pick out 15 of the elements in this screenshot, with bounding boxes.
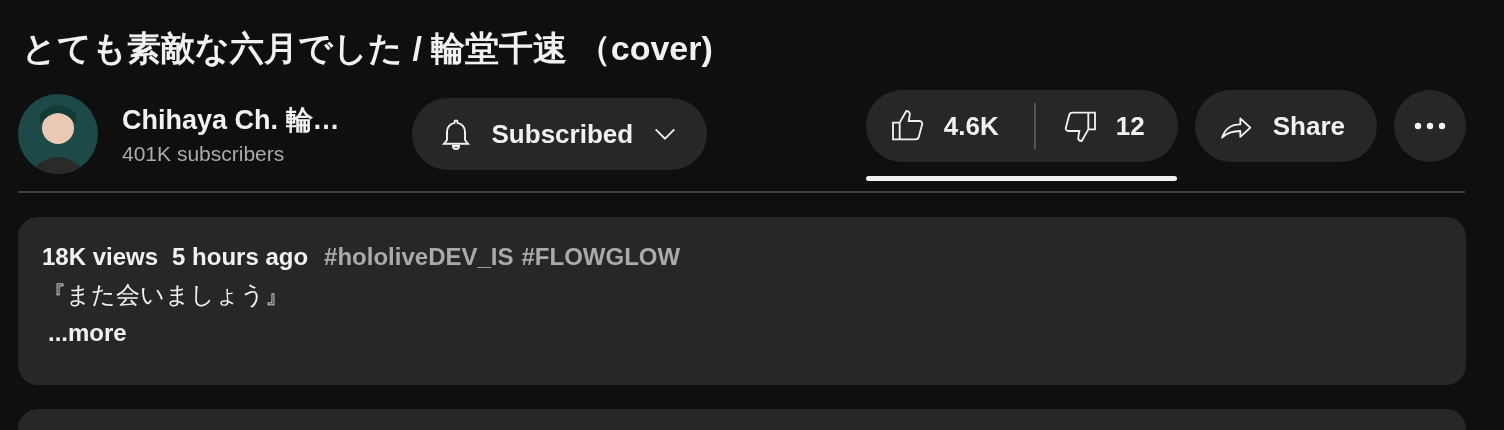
show-more-link[interactable]: ...more — [48, 319, 127, 347]
view-count: 18K views — [42, 243, 159, 271]
description-card[interactable]: 18K views 5 hours ago #hololiveDEV_IS #FLOWGLOW 『また会いましょう』 ...more — [18, 217, 1466, 385]
more-icon — [1413, 122, 1447, 130]
channel-name[interactable]: Chihaya Ch. 輪… — [122, 102, 340, 138]
like-button[interactable]: 4.6K — [865, 90, 1034, 162]
dislike-button[interactable]: 12 — [1035, 90, 1169, 162]
description-text: 『また会いましょう』 — [42, 280, 290, 310]
upload-time: 5 hours ago — [172, 243, 309, 271]
share-button[interactable]: Share — [1194, 90, 1377, 162]
hashtag-link[interactable]: #hololiveDEV_IS — [324, 243, 514, 271]
video-title: とても素敵な六月でした / 輪堂千速 （cover) — [22, 28, 714, 69]
hashtag-link[interactable]: #FLOWGLOW — [521, 243, 681, 271]
subscribed-button[interactable]: Subscribed — [411, 98, 708, 170]
subscriber-count: 401K subscribers — [122, 142, 286, 166]
